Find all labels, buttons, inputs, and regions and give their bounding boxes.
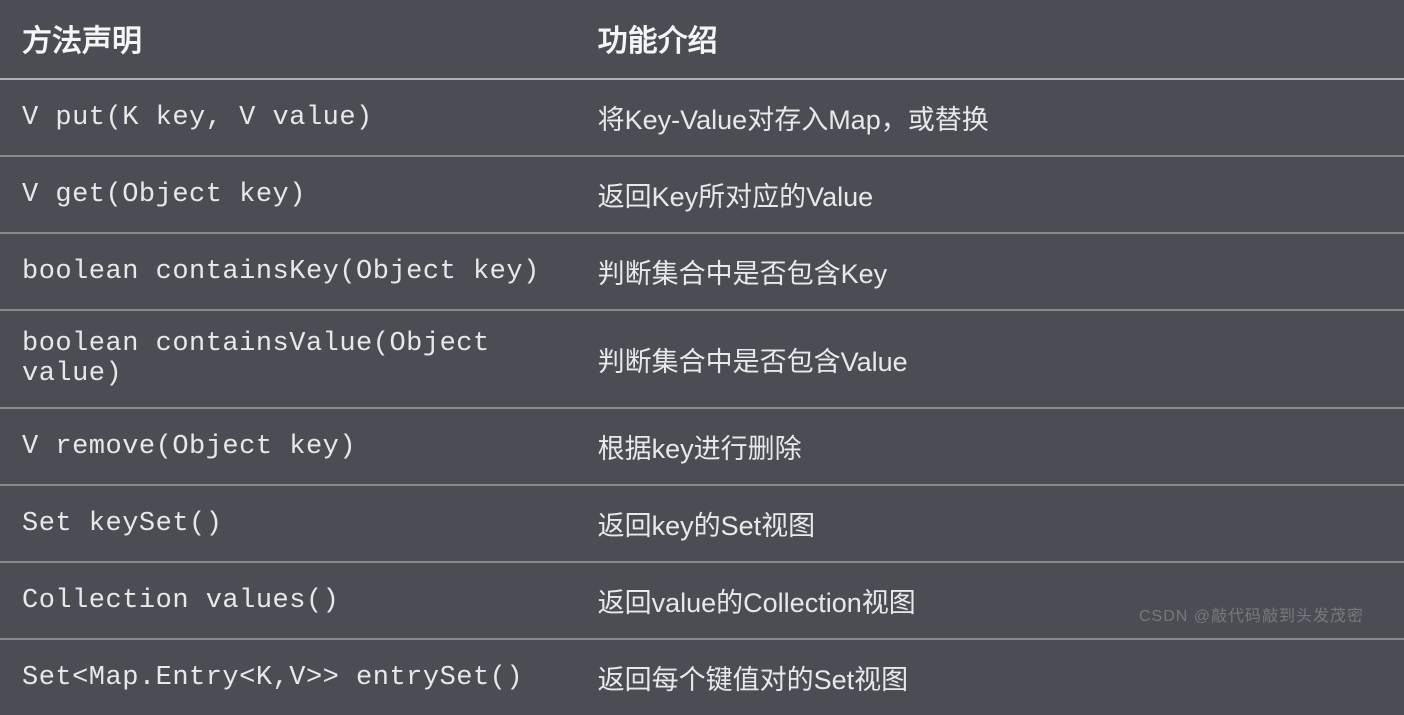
cell-method: Set<Map.Entry<K,V>> entrySet() [0,639,576,715]
table-row: Collection values() 返回value的Collection视图 [0,562,1404,639]
cell-description: 判断集合中是否包含Key [576,233,1404,310]
cell-description: 判断集合中是否包含Value [576,310,1404,408]
table-row: V remove(Object key) 根据key进行删除 [0,408,1404,485]
cell-description: 将Key-Value对存入Map，或替换 [576,79,1404,156]
cell-method: Set keySet() [0,485,576,562]
table-header-row: 方法声明 功能介绍 [0,0,1404,79]
cell-method: V get(Object key) [0,156,576,233]
table-row: Set keySet() 返回key的Set视图 [0,485,1404,562]
table-row: V get(Object key) 返回Key所对应的Value [0,156,1404,233]
cell-description: 返回key的Set视图 [576,485,1404,562]
cell-method: V put(K key, V value) [0,79,576,156]
cell-description: 返回每个键值对的Set视图 [576,639,1404,715]
cell-description: 根据key进行删除 [576,408,1404,485]
table-row: boolean containsValue(Object value) 判断集合… [0,310,1404,408]
cell-description: 返回Key所对应的Value [576,156,1404,233]
header-method: 方法声明 [0,0,576,79]
watermark: CSDN @敲代码敲到头发茂密 [1139,602,1364,626]
table-row: V put(K key, V value) 将Key-Value对存入Map，或… [0,79,1404,156]
table-row: Set<Map.Entry<K,V>> entrySet() 返回每个键值对的S… [0,639,1404,715]
table-row: boolean containsKey(Object key) 判断集合中是否包… [0,233,1404,310]
cell-method: Collection values() [0,562,576,639]
cell-description: 返回value的Collection视图 [576,562,1404,639]
cell-method: boolean containsKey(Object key) [0,233,576,310]
cell-method: boolean containsValue(Object value) [0,310,576,408]
cell-method: V remove(Object key) [0,408,576,485]
header-description: 功能介绍 [576,0,1404,79]
